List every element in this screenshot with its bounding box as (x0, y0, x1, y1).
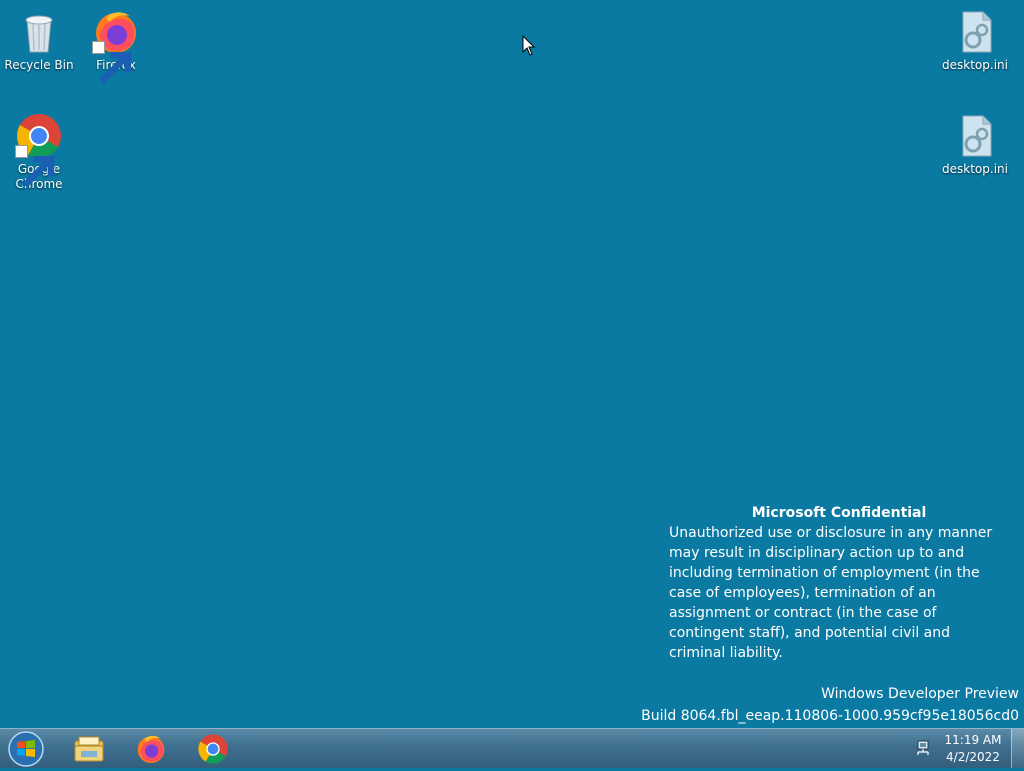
taskbar: 11:19 AM 4/2/2022 (0, 728, 1024, 768)
start-button[interactable] (6, 730, 46, 767)
desktop-icon-recycle-bin[interactable]: Recycle Bin (1, 8, 77, 73)
taskbar-firefox-button[interactable] (129, 731, 173, 767)
desktop-icon-label: desktop.ini (942, 162, 1008, 176)
confidential-watermark: Microsoft Confidential Unauthorized use … (669, 503, 1009, 663)
clock-time: 11:19 AM (944, 733, 1002, 747)
desktop-icon-firefox[interactable]: Firefox (78, 8, 154, 84)
desktop-icon-desktop-ini[interactable]: desktop.ini (937, 112, 1013, 177)
chrome-icon (15, 112, 63, 188)
settings-file-icon (951, 112, 999, 160)
desktop[interactable]: Recycle Bin Firefox Google Chrome deskto… (0, 0, 1024, 728)
network-icon[interactable] (915, 740, 931, 756)
system-clock[interactable]: 11:19 AM 4/2/2022 (938, 732, 1008, 766)
windows-logo-icon (8, 731, 44, 767)
build-number: Build 8064.fbl_eeap.110806-1000.959cf95e… (641, 708, 1019, 724)
firefox-icon (92, 8, 140, 84)
settings-file-icon (951, 8, 999, 56)
chrome-icon (198, 734, 228, 764)
windows-explorer-icon (74, 736, 104, 762)
show-desktop-button[interactable] (1011, 729, 1024, 768)
shortcut-arrow-icon (92, 41, 132, 84)
desktop-icon-label: Recycle Bin (4, 58, 74, 72)
taskbar-file-explorer-button[interactable] (67, 731, 111, 767)
firefox-icon (137, 735, 165, 763)
desktop-icon-desktop-ini[interactable]: desktop.ini (937, 8, 1013, 73)
mouse-cursor-icon (522, 35, 536, 56)
desktop-icon-label: desktop.ini (942, 58, 1008, 72)
clock-date: 4/2/2022 (946, 750, 1000, 764)
recycle-bin-icon (15, 8, 63, 56)
shortcut-arrow-icon (15, 145, 55, 188)
taskbar-chrome-button[interactable] (191, 731, 235, 767)
build-info: Windows Developer Preview Build 8064.fbl… (641, 683, 1019, 727)
desktop-icon-google-chrome[interactable]: Google Chrome (1, 112, 77, 192)
watermark-title: Microsoft Confidential (751, 505, 927, 521)
watermark-body: Unauthorized use or disclosure in any ma… (669, 525, 993, 661)
edition-label: Windows Developer Preview (821, 686, 1019, 702)
